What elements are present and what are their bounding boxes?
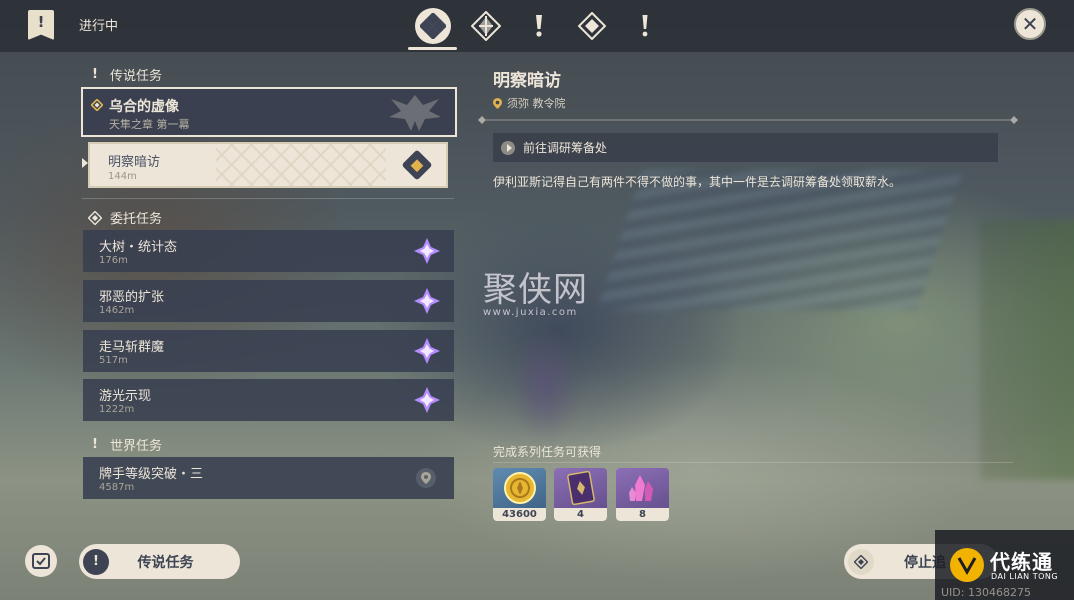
quest-distance: 176m: [99, 255, 128, 266]
badge-brand-pinyin: DAI LIAN TONG: [991, 572, 1059, 581]
legend-exclamation-icon: !: [83, 548, 109, 575]
tracking-diamond-icon[interactable]: [401, 149, 433, 181]
legend-quest-card[interactable]: 乌合的虚像 天隼之章 第一幕: [81, 87, 457, 137]
quest-title: 牌手等级突破・三: [99, 467, 204, 482]
player-uid: UID: 130468275: [941, 586, 1031, 599]
quest-distance: 4587m: [99, 482, 135, 493]
close-icon: ✕: [1021, 12, 1039, 36]
quest-book-icon: [28, 10, 54, 40]
crystal-icon: [616, 468, 669, 508]
quest-location: 须弥 教令院: [493, 95, 566, 111]
quest-title: 游光示现: [99, 389, 152, 404]
quest-history-icon: [32, 553, 50, 569]
location-text: 须弥 教令院: [507, 97, 566, 110]
badge-brand-name: 代练通: [990, 550, 1053, 574]
commission-star-icon: [414, 338, 440, 364]
tracking-diamond-icon: [848, 548, 874, 575]
quest-distance: 517m: [99, 355, 128, 366]
location-pin-icon: [493, 97, 502, 109]
dailiantong-logo-icon: [950, 548, 984, 582]
rewards-divider: [493, 462, 1013, 463]
commission-quest-icon: [577, 12, 606, 40]
quest-detail-title: 明察暗访: [493, 71, 561, 91]
sub-quest-card-selected[interactable]: 明察暗访 144m: [88, 142, 448, 188]
section-divider: [82, 198, 454, 199]
section-title: 委托任务: [110, 212, 163, 227]
legend-quest-button[interactable]: ! 传说任务: [79, 544, 240, 579]
section-title: 传说任务: [110, 69, 163, 84]
tab-all-quests[interactable]: [406, 4, 459, 50]
commission-star-icon: [414, 387, 440, 413]
legend-quest-title: 乌合的虚像: [109, 99, 179, 115]
quest-type-tabs: [406, 4, 671, 52]
close-button[interactable]: ✕: [1014, 8, 1046, 40]
location-pin-icon: [416, 468, 436, 488]
quest-title: 邪恶的扩张: [99, 290, 165, 305]
quest-title: 走马斩群魔: [99, 340, 165, 355]
world-quest-icon: [642, 15, 647, 37]
list-item-commission[interactable]: 大树・统计态 176m: [83, 230, 454, 272]
dailiantong-badge: 代练通 DAI LIAN TONG UID: 130468275: [935, 530, 1074, 600]
section-legend-quests: ! 传说任务: [88, 65, 162, 84]
list-item-commission[interactable]: 走马斩群魔 517m: [83, 330, 454, 372]
rewards-title: 完成系列任务可获得: [493, 445, 602, 459]
quest-description: 伊利亚斯记得自己有两件不得不做的事，其中一件是去调研筹备处领取薪水。: [493, 175, 902, 189]
reward-quantity: 43600: [493, 508, 546, 521]
section-commission-quests: 委托任务: [88, 208, 162, 227]
hero-wit-book-icon: [554, 468, 607, 508]
list-item-commission[interactable]: 邪恶的扩张 1462m: [83, 280, 454, 322]
site-watermark: 聚侠网 www.juxia.com: [483, 262, 595, 342]
reward-item[interactable]: 43600: [493, 468, 546, 521]
reward-item[interactable]: 4: [554, 468, 607, 521]
commission-star-icon: [414, 238, 440, 264]
page-title: 进行中: [79, 19, 119, 34]
quest-objective: 前往调研筹备处: [493, 133, 998, 162]
commission-diamond-icon: [88, 210, 102, 225]
objective-play-icon: [501, 140, 515, 155]
tab-legend-quests[interactable]: [512, 4, 565, 48]
archon-quest-icon: [470, 11, 501, 41]
list-item-world[interactable]: 牌手等级突破・三 4587m: [83, 457, 454, 499]
quest-distance: 1222m: [99, 404, 135, 415]
quest-title: 大树・统计态: [99, 240, 178, 255]
quest-history-button[interactable]: [25, 545, 57, 577]
legend-quest-icon: [535, 15, 542, 37]
reward-quantity: 8: [616, 508, 669, 521]
falcon-emblem-icon: [389, 95, 441, 131]
legend-quest-chapter: 天隼之章 第一幕: [109, 118, 190, 131]
legend-quest-button-label: 传说任务: [137, 554, 194, 571]
watermark-text: 聚侠网: [483, 270, 588, 310]
legend-exclamation-icon: !: [92, 67, 98, 82]
sub-quest-distance: 144m: [108, 171, 137, 182]
mora-coin-icon: [493, 468, 546, 508]
tab-archon-quests[interactable]: [459, 4, 512, 48]
ornamental-divider: [478, 116, 1018, 124]
objective-text: 前往调研筹备处: [523, 141, 608, 155]
world-exclamation-icon: !: [92, 437, 98, 452]
section-world-quests: ! 世界任务: [88, 435, 162, 454]
character-silhouette: [510, 330, 580, 440]
sub-quest-title: 明察暗访: [108, 155, 161, 170]
card-pattern: [216, 144, 386, 186]
section-title: 世界任务: [110, 439, 163, 454]
reward-quantity: 4: [554, 508, 607, 521]
commission-star-icon: [414, 288, 440, 314]
top-bar: 进行中: [0, 0, 1074, 52]
all-quests-icon: [414, 8, 451, 44]
legend-diamond-icon: [91, 99, 103, 111]
list-item-commission[interactable]: 游光示现 1222m: [83, 379, 454, 421]
quest-distance: 1462m: [99, 305, 135, 316]
tab-commission-quests[interactable]: [565, 4, 618, 48]
reward-item[interactable]: 8: [616, 468, 669, 521]
tab-world-quests[interactable]: [618, 4, 671, 48]
